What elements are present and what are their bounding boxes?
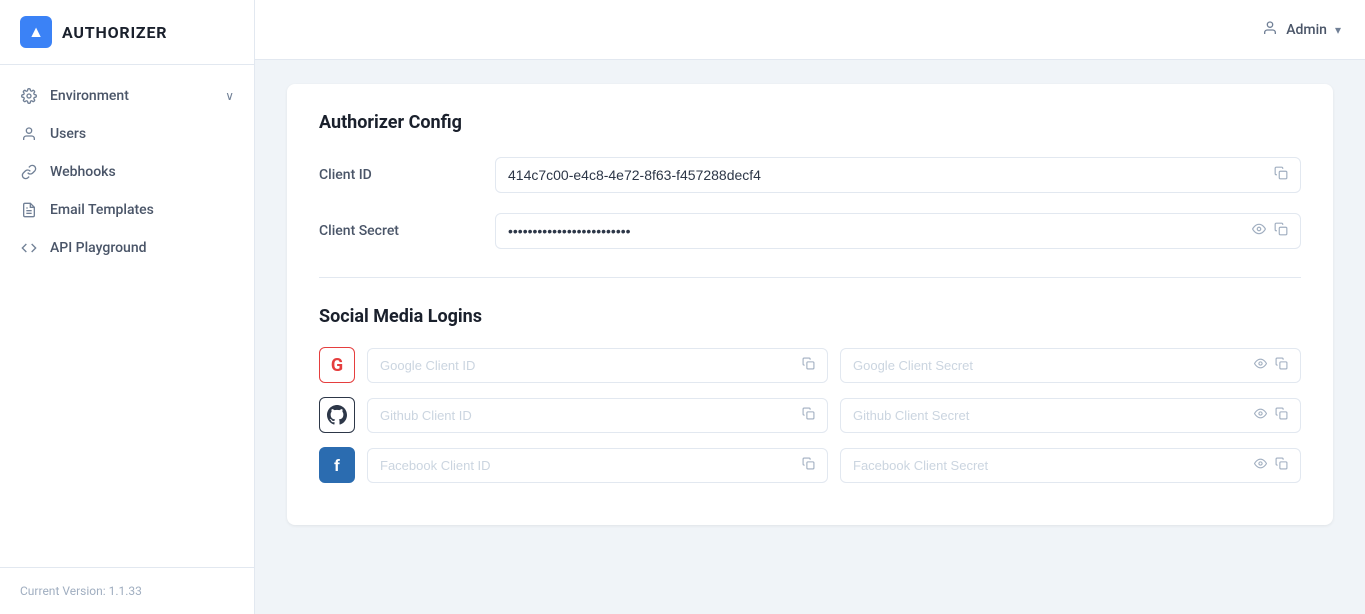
client-id-row: Client ID [319,157,1301,193]
sidebar-item-email-templates-label: Email Templates [50,202,154,218]
client-secret-copy-icon[interactable] [1274,222,1288,240]
sidebar-item-webhooks[interactable]: Webhooks [0,153,254,191]
client-id-field [495,157,1301,193]
sidebar: ▲ AUTHORIZER Environment ∨ Users Webhook… [0,0,255,614]
admin-chevron-icon: ▾ [1335,23,1341,37]
version-label: Current Version: 1.1.33 [0,567,254,614]
sidebar-item-users[interactable]: Users [0,115,254,153]
client-id-input[interactable] [508,167,1266,183]
client-secret-field [495,213,1301,249]
sidebar-item-email-templates[interactable]: Email Templates [0,191,254,229]
facebook-client-id-field [367,448,828,483]
google-eye-icon[interactable] [1254,357,1267,374]
authorizer-config-section: Authorizer Config Client ID Client Secre… [319,112,1301,249]
facebook-social-row: f [319,447,1301,483]
chevron-down-icon: ∨ [225,89,234,103]
facebook-client-secret-field [840,448,1301,483]
facebook-client-id-copy-icon[interactable] [802,457,815,474]
google-client-id-field [367,348,828,383]
header: Admin ▾ [255,0,1365,60]
client-secret-input[interactable] [508,223,1244,239]
sidebar-item-webhooks-label: Webhooks [50,164,116,180]
google-client-secret-field [840,348,1301,383]
github-client-id-input[interactable] [380,408,794,423]
facebook-eye-icon[interactable] [1254,457,1267,474]
facebook-client-id-input[interactable] [380,458,794,473]
facebook-client-secret-input[interactable] [853,458,1246,473]
main-content: Authorizer Config Client ID Client Secre… [255,60,1365,614]
client-secret-row: Client Secret [319,213,1301,249]
sidebar-item-api-playground[interactable]: API Playground [0,229,254,267]
admin-label: Admin [1286,22,1327,38]
google-client-id-copy-icon[interactable] [802,357,815,374]
client-secret-eye-icon[interactable] [1252,222,1266,240]
github-client-id-field [367,398,828,433]
github-client-secret-copy-icon[interactable] [1275,407,1288,424]
link-icon [20,163,38,181]
sidebar-logo: ▲ AUTHORIZER [0,0,254,65]
github-client-secret-input[interactable] [853,408,1246,423]
code-icon [20,239,38,257]
google-social-row: G [319,347,1301,383]
social-media-section: Social Media Logins G [319,306,1301,483]
content-card: Authorizer Config Client ID Client Secre… [287,84,1333,525]
user-icon [20,125,38,143]
main-wrapper: Admin ▾ Authorizer Config Client ID [255,0,1365,614]
gear-icon [20,87,38,105]
doc-icon [20,201,38,219]
sidebar-item-environment-label: Environment [50,88,129,104]
user-admin-icon [1262,20,1278,40]
sidebar-item-users-label: Users [50,126,86,142]
github-client-secret-field [840,398,1301,433]
google-logo: G [319,347,355,383]
github-logo [319,397,355,433]
github-social-row [319,397,1301,433]
facebook-logo: f [319,447,355,483]
app-logo-icon: ▲ [20,16,52,48]
app-name: AUTHORIZER [62,23,167,42]
client-id-copy-icon[interactable] [1274,166,1288,184]
github-fields [367,398,1301,433]
sidebar-nav: Environment ∨ Users Webhooks Email Templ… [0,65,254,567]
client-secret-label: Client Secret [319,223,479,239]
social-media-title: Social Media Logins [319,306,1301,327]
github-eye-icon[interactable] [1254,407,1267,424]
section-divider [319,277,1301,278]
google-fields [367,348,1301,383]
sidebar-item-environment[interactable]: Environment ∨ [0,77,254,115]
sidebar-item-api-playground-label: API Playground [50,240,147,256]
github-client-id-copy-icon[interactable] [802,407,815,424]
facebook-fields [367,448,1301,483]
google-client-secret-copy-icon[interactable] [1275,357,1288,374]
client-id-label: Client ID [319,167,479,183]
admin-menu[interactable]: Admin ▾ [1262,20,1341,40]
facebook-client-secret-copy-icon[interactable] [1275,457,1288,474]
authorizer-config-title: Authorizer Config [319,112,1301,133]
google-client-id-input[interactable] [380,358,794,373]
google-client-secret-input[interactable] [853,358,1246,373]
